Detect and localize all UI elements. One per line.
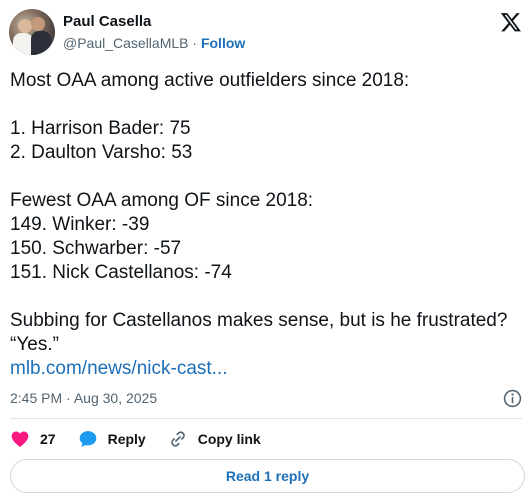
- author-handle-row: @Paul_CasellaMLB · Follow: [63, 35, 245, 52]
- info-icon[interactable]: [503, 389, 522, 408]
- avatar[interactable]: [9, 9, 55, 55]
- tweet-date: Aug 30, 2025: [73, 390, 158, 406]
- tweet-link[interactable]: mlb.com/news/nick-cast...: [10, 357, 525, 381]
- tweet-line: 1. Harrison Bader: 75: [10, 118, 191, 139]
- copy-link-label: Copy link: [197, 431, 261, 447]
- tweet-line: Subbing for Castellanos makes sense, but…: [10, 310, 508, 331]
- author-handle[interactable]: @Paul_CasellaMLB: [63, 35, 189, 51]
- tweet-text: Most OAA among active outfielders since …: [10, 69, 525, 381]
- tweet-time: 2:45 PM: [10, 390, 63, 406]
- tweet-timestamp[interactable]: 2:45 PM · Aug 30, 2025: [10, 390, 157, 407]
- like-count: 27: [40, 431, 56, 447]
- tweet-line: “Yes.”: [10, 334, 59, 355]
- reply-bubble-icon: [79, 431, 96, 447]
- reply-button[interactable]: Reply: [78, 429, 146, 449]
- link-icon: [170, 431, 185, 447]
- tweet-line: 151. Nick Castellanos: -74: [10, 262, 232, 283]
- tweet-line: Most OAA among active outfielders since …: [10, 70, 410, 91]
- like-button[interactable]: 27: [10, 429, 56, 449]
- tweet-line: Fewest OAA among OF since 2018:: [10, 190, 314, 211]
- tweet-line: 150. Schwarber: -57: [10, 238, 182, 259]
- copy-link-button[interactable]: Copy link: [168, 429, 261, 449]
- read-replies-button[interactable]: Read 1 reply: [10, 459, 525, 493]
- divider: [10, 418, 522, 419]
- author-name[interactable]: Paul Casella: [63, 13, 151, 31]
- follow-button[interactable]: Follow: [201, 35, 245, 51]
- timestamp-separator: ·: [66, 390, 71, 406]
- tweet-line: 149. Winker: -39: [10, 214, 150, 235]
- x-logo-icon[interactable]: [500, 11, 522, 33]
- handle-separator: ·: [192, 35, 198, 51]
- action-bar: 27 Reply Copy link: [10, 428, 283, 450]
- tweet-line: 2. Daulton Varsho: 53: [10, 142, 193, 163]
- reply-label: Reply: [107, 431, 146, 447]
- heart-icon: [11, 431, 29, 447]
